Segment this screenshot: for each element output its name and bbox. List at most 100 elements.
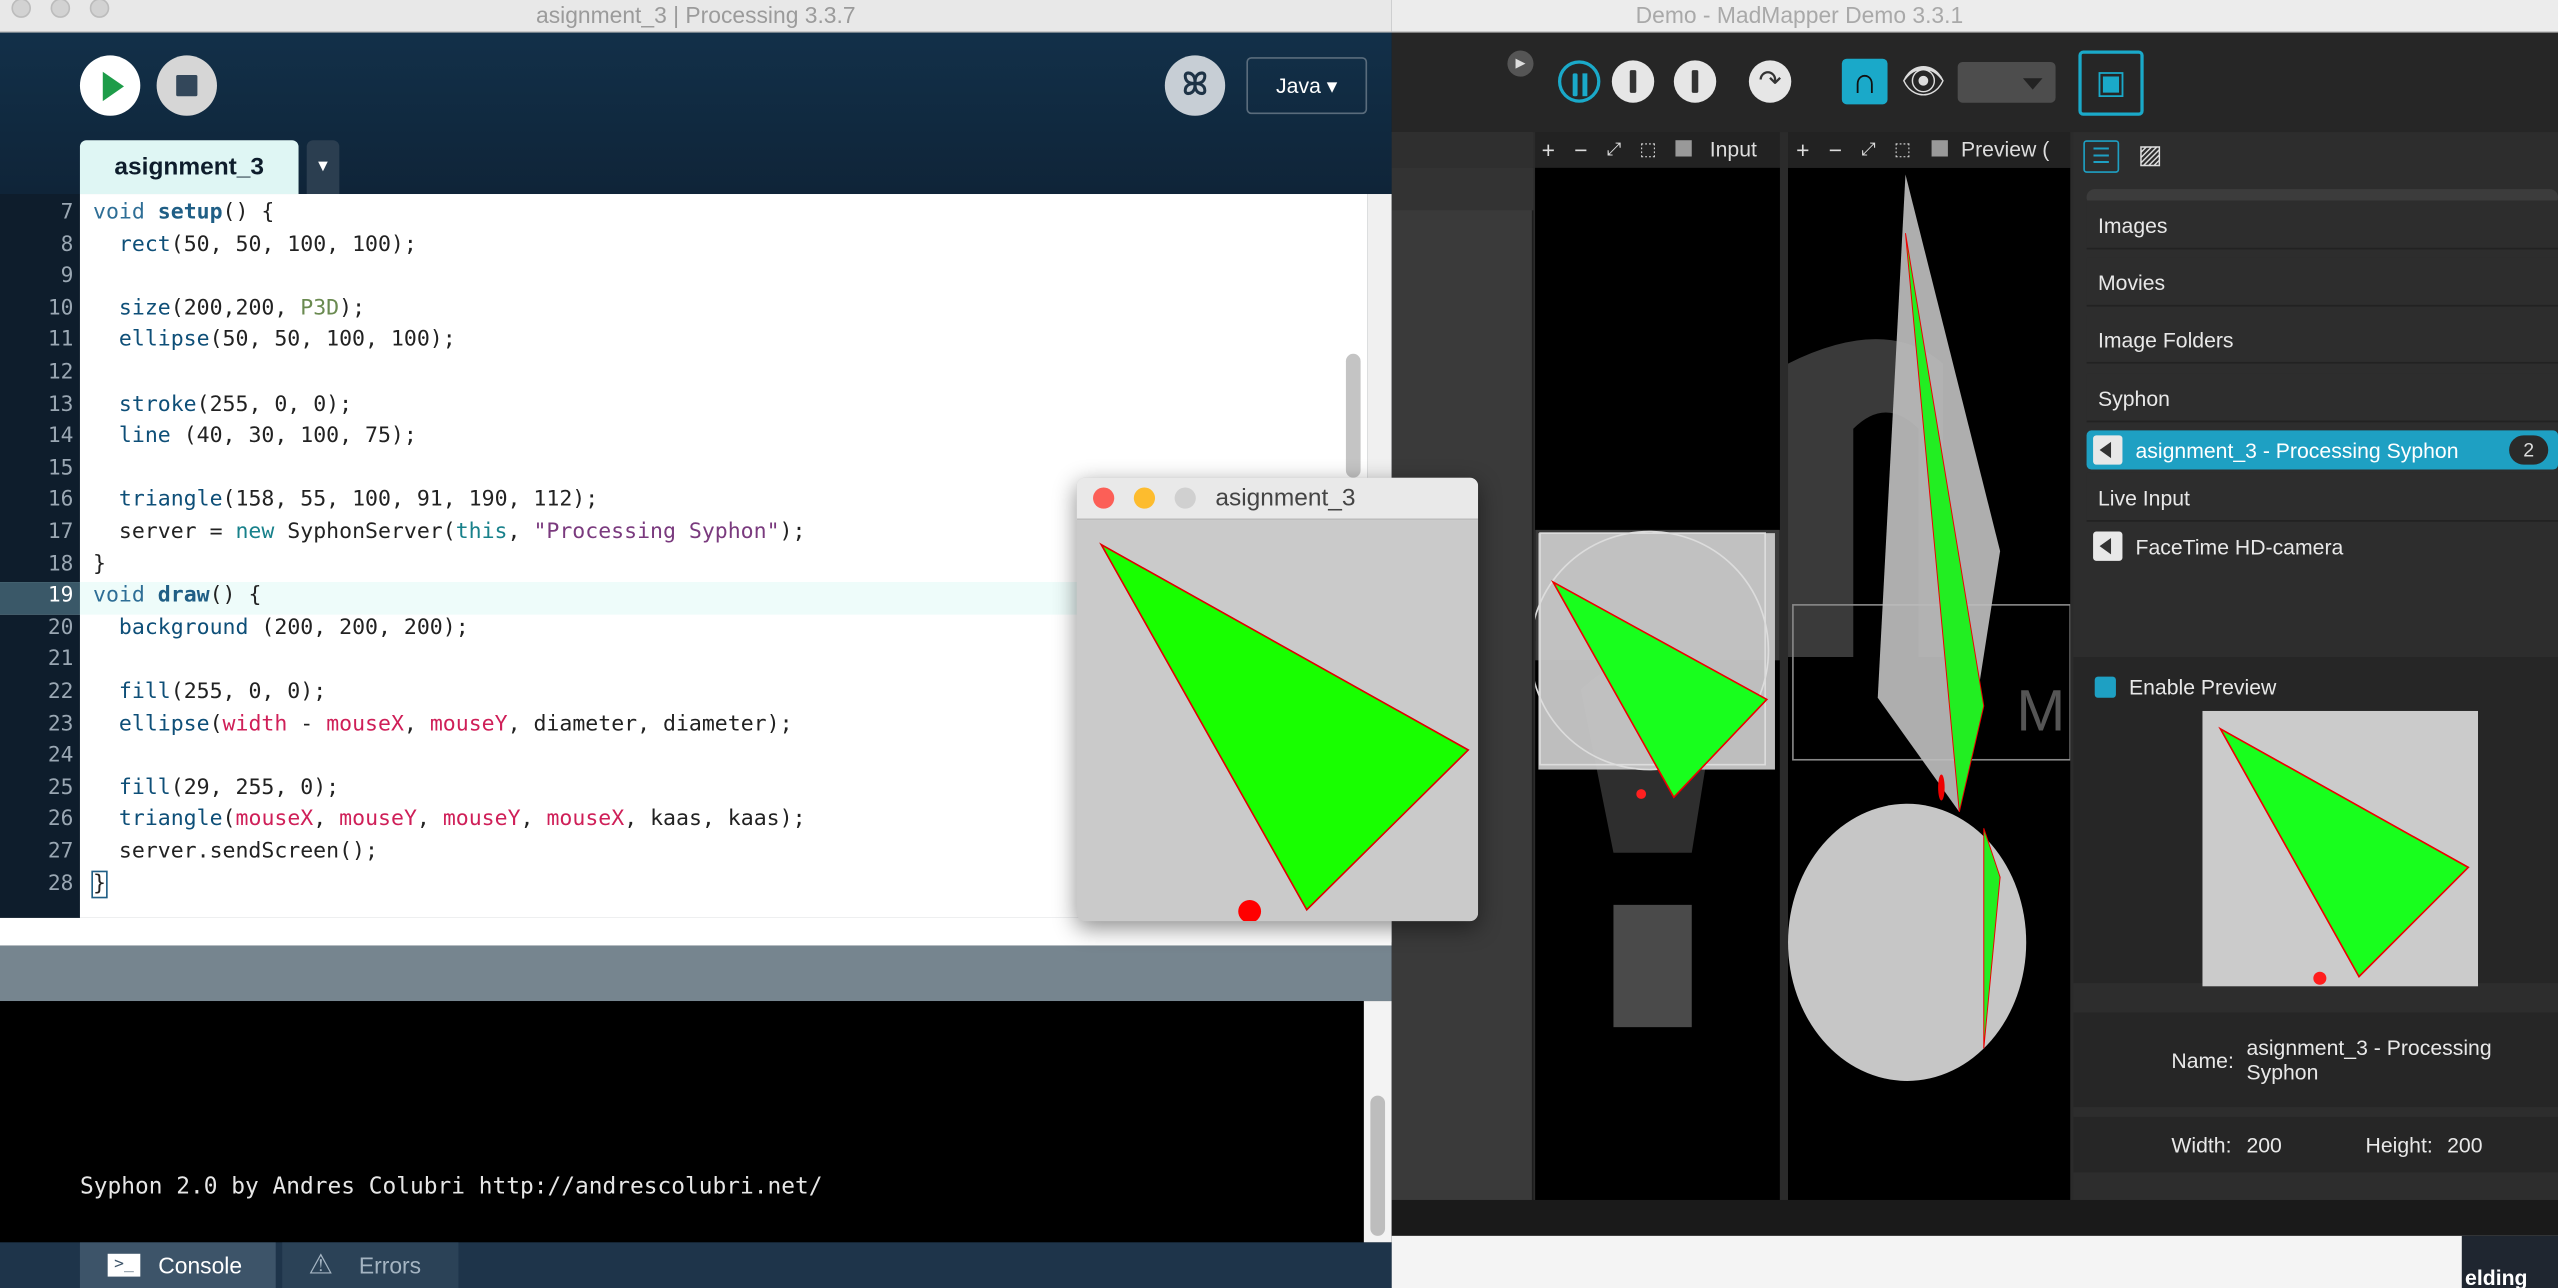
enable-preview-checkbox[interactable] xyxy=(2094,676,2116,698)
list-view-icon[interactable]: ☰ xyxy=(2083,140,2120,173)
sketch-window[interactable]: asignment_3 xyxy=(1076,477,1479,922)
preview-canvas-art: M xyxy=(1788,174,2072,1081)
section-syphon[interactable]: Syphon xyxy=(2086,373,2558,423)
stop-button[interactable] xyxy=(156,55,217,116)
select-icon[interactable]: ⬚ xyxy=(1640,139,1657,162)
code-line: } xyxy=(91,869,108,898)
width-value[interactable]: 200 xyxy=(2246,1133,2281,1157)
facetime-label: FaceTime HD-camera xyxy=(2135,534,2344,560)
zoom-in-icon[interactable]: + xyxy=(1542,139,1555,162)
console-scrollbar-thumb[interactable] xyxy=(1370,1095,1386,1236)
desktop-strip xyxy=(1391,1235,2558,1288)
input-canvas[interactable] xyxy=(1526,151,1789,1200)
editor-scrollbar-thumb[interactable] xyxy=(1345,353,1361,478)
line-number: 20 xyxy=(47,615,74,641)
tab-menu-button[interactable]: ▼ xyxy=(306,140,340,195)
size-fields: Width: 200 Height: 200 xyxy=(2073,1116,2558,1173)
image-view-icon[interactable]: ▨ xyxy=(2132,140,2168,173)
line-number: 12 xyxy=(47,360,74,385)
tab-console[interactable]: >_ Console xyxy=(79,1242,276,1288)
code-line: rect(50, 50, 100, 100); xyxy=(118,232,417,257)
enable-preview-label: Enable Preview xyxy=(2128,674,2277,700)
code-line: } xyxy=(92,552,106,577)
preview-fit-icon[interactable]: ⤢ xyxy=(1861,139,1875,162)
play-icon[interactable] xyxy=(2093,435,2123,465)
syphon-source-item[interactable]: asignment_3 - Processing Syphon xyxy=(2086,430,2558,470)
code-line: fill(29, 255, 0); xyxy=(118,775,340,801)
tab-errors[interactable]: ⚠ Errors xyxy=(282,1242,459,1288)
fit-icon[interactable]: ⤢ xyxy=(1607,139,1621,162)
zoom-out-icon[interactable]: − xyxy=(1574,139,1587,162)
magnet-button[interactable]: ∩ xyxy=(1841,58,1888,105)
line-number: 10 xyxy=(47,296,74,321)
mm-inspector: ☰ ▨ Images Movies Image Folders Syphon a… xyxy=(2073,132,2558,1200)
mode-selector[interactable]: Java ▾ xyxy=(1246,57,1368,115)
line-number: 28 xyxy=(47,871,74,897)
name-value[interactable]: asignment_3 - Processing xyxy=(2246,1035,2491,1059)
preview-canvas[interactable]: M xyxy=(1788,167,2072,1200)
mm-bottom-bar xyxy=(1391,1199,2558,1236)
zoom-icon[interactable] xyxy=(1174,487,1196,509)
section-movies[interactable]: Movies xyxy=(2086,257,2558,307)
console-area xyxy=(0,1001,1392,1243)
input-canvas-art xyxy=(1526,151,1789,1028)
code-line: stroke(255, 0, 0); xyxy=(118,392,353,417)
preview-panel-header: + − ⤢ ⬚ Preview ( xyxy=(1788,132,2071,168)
console-tab-label: Console xyxy=(158,1252,243,1279)
pr-window-title: asignment_3 | Processing 3.3.7 xyxy=(536,1,856,28)
camera-play-icon[interactable] xyxy=(2093,531,2123,561)
line-number: 24 xyxy=(47,743,74,769)
mm-button-a[interactable] xyxy=(1611,60,1655,103)
preview-zoom-out-icon[interactable]: − xyxy=(1829,139,1842,162)
warning-icon: ⚠ xyxy=(308,1248,334,1280)
svg-text:M: M xyxy=(2016,678,2065,743)
line-number: 11 xyxy=(47,328,74,353)
minimize-icon[interactable] xyxy=(1133,487,1156,509)
line-number: 23 xyxy=(47,711,74,737)
input-checkbox[interactable] xyxy=(1675,140,1692,157)
document-icon: ▣ xyxy=(2095,65,2127,102)
code-line: ellipse(50, 50, 100, 100); xyxy=(118,328,456,353)
line-number: 26 xyxy=(47,807,74,833)
section-images[interactable]: Images xyxy=(2086,200,2558,250)
name-label: Name: xyxy=(2171,1048,2234,1073)
close-icon[interactable] xyxy=(1093,487,1115,509)
code-line: triangle(158, 55, 100, 91, 190, 112); xyxy=(118,488,599,513)
preview-select-icon[interactable]: ⬚ xyxy=(1894,139,1911,162)
debug-button[interactable]: ꕤ xyxy=(1164,55,1226,116)
line-number: 14 xyxy=(47,424,74,449)
syphon-preview-thumbnail xyxy=(2202,710,2479,987)
line-number: 27 xyxy=(47,839,74,865)
line-number: 15 xyxy=(47,456,74,481)
code-line: void draw() { xyxy=(92,583,262,609)
line-number: 25 xyxy=(47,775,74,801)
loop-button[interactable]: ↷ xyxy=(1748,60,1792,103)
code-line: triangle(mouseX, mouseY, mouseY, mouseX,… xyxy=(118,807,806,833)
eye-icon: 👁 xyxy=(1900,60,1947,102)
document-button[interactable]: ▣ xyxy=(2078,50,2144,116)
mm-collapse-icon[interactable]: ▶ xyxy=(1507,50,1534,77)
syphon-count-badge: 2 xyxy=(2509,435,2549,465)
code-line: line (40, 30, 100, 75); xyxy=(118,424,417,449)
mm-titlebar: Demo - MadMapper Demo 3.3.1 xyxy=(1391,0,2558,33)
preview-checkbox[interactable] xyxy=(1931,140,1948,157)
section-image-folders[interactable]: Image Folders xyxy=(2086,314,2558,364)
eye-button[interactable]: 👁 xyxy=(1901,59,1947,105)
line-number: 7 xyxy=(60,200,74,225)
editor-console-divider[interactable] xyxy=(0,945,1392,1002)
line-number: 19 xyxy=(47,583,74,609)
run-button[interactable] xyxy=(79,55,141,116)
line-number: 17 xyxy=(47,520,74,545)
sketch-titlebar: asignment_3 xyxy=(1076,477,1479,521)
mm-button-b[interactable] xyxy=(1673,60,1717,103)
console-icon: >_ xyxy=(107,1253,141,1277)
pause-button[interactable] xyxy=(1557,60,1601,103)
section-live-input[interactable]: Live Input xyxy=(2086,472,2558,522)
height-value[interactable]: 200 xyxy=(2447,1133,2482,1157)
code-line: fill(255, 0, 0); xyxy=(118,679,327,705)
tab-asignment-3[interactable]: asignment_3 xyxy=(79,140,299,195)
preview-zoom-in-icon[interactable]: + xyxy=(1796,139,1809,162)
facetime-camera-item[interactable]: FaceTime HD-camera xyxy=(2087,523,2558,569)
mm-dropdown[interactable] xyxy=(1957,61,2056,103)
line-number: 16 xyxy=(47,488,74,513)
